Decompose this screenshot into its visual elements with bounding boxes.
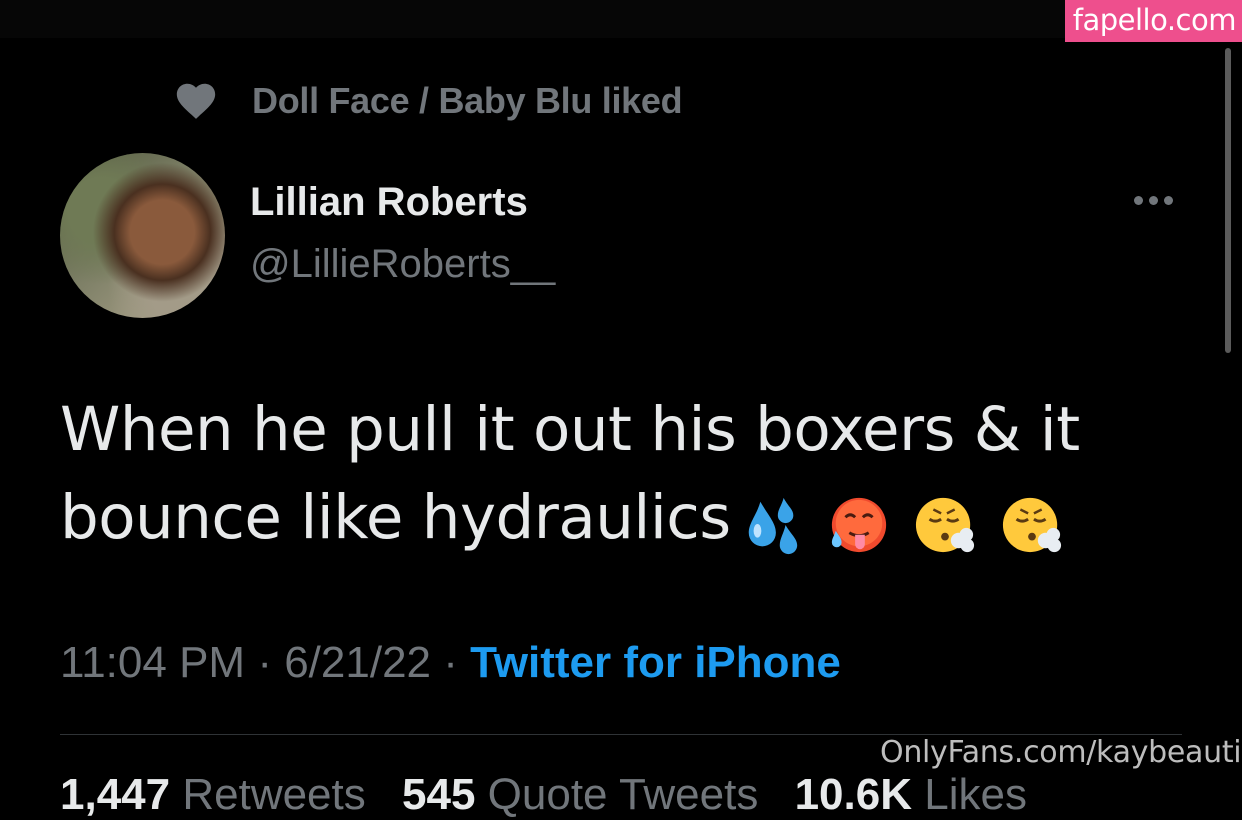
heart-icon (176, 83, 216, 119)
avatar[interactable] (60, 153, 225, 318)
face-exhaling-icon (916, 497, 975, 552)
quotes-stat[interactable]: 545 Quote Tweets (402, 770, 758, 819)
tweet-meta: 11:04 PM · 6/21/22 · Twitter for iPhone (60, 638, 841, 688)
author-handle[interactable]: @LillieRoberts__ (250, 242, 555, 287)
author-name[interactable]: Lillian Roberts (250, 180, 528, 225)
likes-label: Likes (924, 770, 1027, 819)
emoji-group (741, 477, 1070, 565)
social-context[interactable]: Doll Face / Baby Blu liked (172, 76, 683, 126)
retweets-stat[interactable]: 1,447 Retweets (60, 770, 366, 819)
scrollbar[interactable] (1225, 48, 1231, 353)
likes-count: 10.6K (794, 770, 912, 819)
retweets-label: Retweets (182, 770, 366, 819)
top-bar (0, 0, 1242, 38)
retweets-count: 1,447 (60, 770, 171, 819)
onlyfans-watermark: OnlyFans.com/kaybeautiii (880, 735, 1242, 770)
more-options-icon[interactable] (1134, 196, 1173, 205)
tweet-body: When he pull it out his boxers & it boun… (60, 386, 1120, 565)
tweet-stats: 1,447 Retweets 545 Quote Tweets 10.6K Li… (60, 770, 1027, 820)
tweet-source-link[interactable]: Twitter for iPhone (470, 638, 841, 687)
tweet-time[interactable]: 11:04 PM (60, 638, 245, 687)
social-context-label: Doll Face / Baby Blu liked (252, 80, 683, 121)
meta-separator: · (443, 638, 458, 687)
tweet-date[interactable]: 6/21/22 (284, 638, 431, 687)
hot-face-icon (831, 497, 886, 552)
meta-separator: · (257, 638, 272, 687)
site-watermark: fapello.com (1064, 0, 1242, 42)
face-exhaling-icon (1003, 497, 1062, 552)
sweat-droplets-icon (748, 497, 797, 554)
likes-stat[interactable]: 10.6K Likes (795, 770, 1027, 819)
quotes-label: Quote Tweets (487, 770, 759, 819)
quotes-count: 545 (402, 770, 476, 819)
